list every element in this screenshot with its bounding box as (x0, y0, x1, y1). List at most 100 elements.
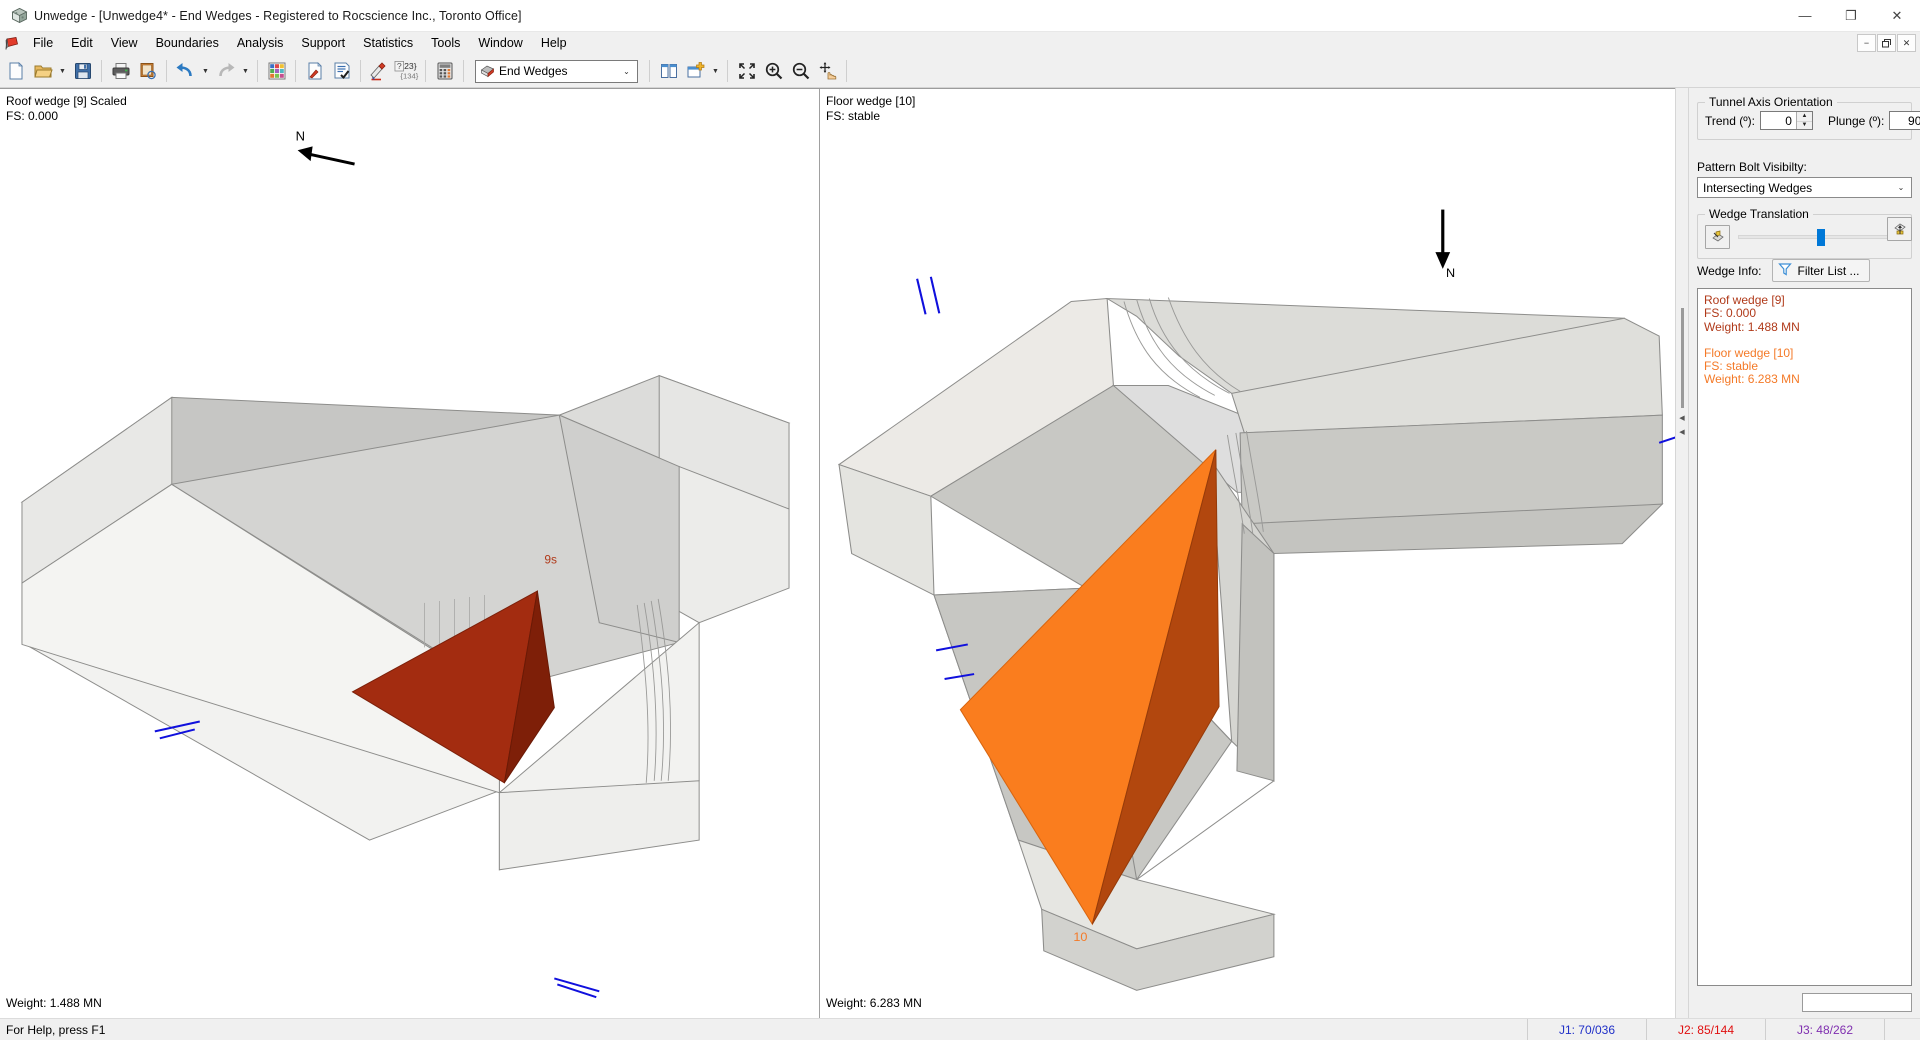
main-body: 9s N Roof wedge [9] Scaled FS: 0.000 Wei… (0, 88, 1920, 1018)
wedge-info-label: Wedge Info: (1697, 263, 1762, 278)
chevron-down-icon[interactable]: ⌄ (1891, 183, 1911, 192)
menu-item-file[interactable]: File (24, 33, 62, 54)
print-preview-icon[interactable] (134, 58, 161, 85)
trend-stepper[interactable]: 0 ▲ ▼ (1759, 111, 1813, 130)
zoom-in-icon[interactable] (760, 58, 787, 85)
toolbar-separator-5 (360, 60, 361, 82)
viewport-floor-wedge[interactable]: 10 N Floor wedge [10] FS: stable Weight:… (820, 89, 1675, 1018)
redo-dropdown-arrow-icon[interactable]: ▼ (239, 58, 252, 85)
status-joint-j3: J3: 48/262 (1765, 1018, 1884, 1040)
pan-icon[interactable] (814, 58, 841, 85)
toolbar-separator-1 (101, 60, 102, 82)
svg-text:23}: 23} (404, 61, 417, 71)
chevron-down-icon[interactable]: ⌄ (618, 67, 635, 76)
trend-spin-buttons[interactable]: ▲ ▼ (1795, 112, 1812, 129)
plunge-stepper[interactable]: 90 ▲ ▼ (1889, 111, 1920, 130)
open-folder-icon[interactable] (29, 58, 56, 85)
filter-list-button[interactable]: Filter List ... (1771, 259, 1870, 282)
menu-item-statistics[interactable]: Statistics (354, 33, 422, 54)
menu-item-window[interactable]: Window (469, 33, 531, 54)
pattern-bolt-visibility-value: Intersecting Wedges (1703, 180, 1813, 195)
window-minimize-button[interactable]: — (1782, 0, 1828, 32)
roof-wedge-3d-scene: 9s N (20, 128, 791, 999)
menu-item-analysis[interactable]: Analysis (228, 33, 293, 54)
save-icon[interactable] (69, 58, 96, 85)
status-joint-j1: J1: 70/036 (1527, 1018, 1646, 1040)
viewport-roof-wedge[interactable]: 9s N Roof wedge [9] Scaled FS: 0.000 Wei… (0, 89, 820, 1018)
menu-item-tools[interactable]: Tools (422, 33, 469, 54)
window-close-button[interactable]: ✕ (1874, 0, 1920, 32)
toolbar-separator-3 (257, 60, 258, 82)
info-viewer-icon[interactable]: ? 23} {134} (393, 58, 420, 85)
window-maximize-button[interactable]: ❐ (1828, 0, 1874, 32)
trend-label: Trend (º): (1705, 113, 1755, 128)
wedge-weight: Weight: 1.488 MN (1704, 319, 1800, 334)
wedge-fs: FS: 0.000 (1704, 306, 1757, 321)
mdi-close-button[interactable]: ✕ (1897, 34, 1916, 52)
input-data-icon[interactable] (328, 58, 355, 85)
wedge-name: Roof wedge [9] (1704, 293, 1785, 307)
tunnel-axis-title: Tunnel Axis Orientation (1705, 95, 1837, 109)
scrollbar-thumb[interactable] (1680, 308, 1684, 408)
toolbar-separator-4 (295, 60, 296, 82)
mdi-vertical-scrollbar[interactable]: ◀ ◀ (1675, 88, 1688, 1018)
title-bar: Unwedge - [Unwedge4* - End Wedges - Regi… (0, 0, 1920, 32)
menu-bar: File Edit View Boundaries Analysis Suppo… (0, 32, 1920, 55)
view-mode-combo[interactable]: End Wedges ⌄ (475, 59, 638, 83)
add-window-dropdown-arrow-icon[interactable]: ▼ (709, 58, 722, 85)
pattern-bolt-visibility-label: Pattern Bolt Visibilty: (1697, 160, 1807, 174)
calculator-icon[interactable] (431, 58, 458, 85)
redo-icon[interactable] (212, 58, 239, 85)
toolbar-separator-6 (425, 60, 426, 82)
wedge-info-row: Wedge Info: Filter List ... (1697, 259, 1912, 282)
undo-icon[interactable] (172, 58, 199, 85)
main-toolbar: ▼ ▼ ▼ ? 23} {134} End Wedges ⌄ ▼ (0, 55, 1920, 88)
plunge-label: Plunge (º): (1827, 113, 1885, 128)
menu-item-support[interactable]: Support (292, 33, 354, 54)
status-help-text: For Help, press F1 (6, 1022, 106, 1037)
trend-value[interactable]: 0 (1760, 112, 1796, 129)
roof-wedge-tag: 9s (544, 552, 557, 566)
menu-item-view[interactable]: View (102, 33, 147, 54)
svg-text:{134}: {134} (400, 72, 418, 81)
tile-windows-icon[interactable] (655, 58, 682, 85)
viewport-right-title: Floor wedge [10] (826, 94, 916, 108)
plunge-value[interactable]: 90 (1890, 112, 1920, 129)
scroll-marker-up-icon[interactable]: ◀ (1679, 414, 1684, 422)
menu-item-help[interactable]: Help (532, 33, 576, 54)
scroll-marker-down-icon[interactable]: ◀ (1679, 428, 1684, 436)
open-dropdown-arrow-icon[interactable]: ▼ (56, 58, 69, 85)
menu-item-edit[interactable]: Edit (62, 33, 102, 54)
toolbar-separator-10 (846, 60, 847, 82)
status-bar: For Help, press F1 J1: 70/036 J2: 85/144… (0, 1018, 1920, 1040)
joint-properties-icon[interactable] (366, 58, 393, 85)
mdi-minimize-button[interactable]: − (1857, 34, 1876, 52)
mdi-restore-button[interactable] (1877, 34, 1896, 52)
undo-dropdown-arrow-icon[interactable]: ▼ (199, 58, 212, 85)
north-label-right: N (1446, 266, 1455, 280)
trend-spin-down-icon[interactable]: ▼ (1796, 120, 1812, 129)
viewport-left-title: Roof wedge [9] Scaled (6, 94, 127, 108)
trend-spin-up-icon[interactable]: ▲ (1796, 112, 1812, 121)
status-joint-j2: J2: 85/144 (1646, 1018, 1765, 1040)
wedge-expand-icon[interactable] (1887, 217, 1912, 241)
color-grid-icon[interactable] (263, 58, 290, 85)
panel-bottom-field[interactable] (1802, 992, 1912, 1012)
wedge-list-item: Roof wedge [9] FS: 0.000 Weight: 1.488 M… (1704, 293, 1905, 334)
print-icon[interactable] (107, 58, 134, 85)
floor-wedge-tunnel-geometry (837, 297, 1664, 991)
status-end-cell (1884, 1018, 1920, 1040)
project-settings-icon[interactable] (301, 58, 328, 85)
add-window-icon[interactable] (682, 58, 709, 85)
new-file-icon[interactable] (2, 58, 29, 85)
roof-wedge-tunnel-geometry (20, 374, 791, 871)
wedge-info-list[interactable]: Roof wedge [9] FS: 0.000 Weight: 1.488 M… (1697, 288, 1912, 986)
svg-text:?: ? (397, 61, 402, 71)
panel-bottom-row (1697, 986, 1912, 1018)
north-arrow-icon-right: N (1435, 209, 1455, 280)
zoom-all-icon[interactable] (733, 58, 760, 85)
zoom-out-icon[interactable] (787, 58, 814, 85)
toolbar-separator-8 (649, 60, 650, 82)
pattern-bolt-visibility-combo[interactable]: Intersecting Wedges ⌄ (1697, 177, 1912, 198)
menu-item-boundaries[interactable]: Boundaries (147, 33, 228, 54)
